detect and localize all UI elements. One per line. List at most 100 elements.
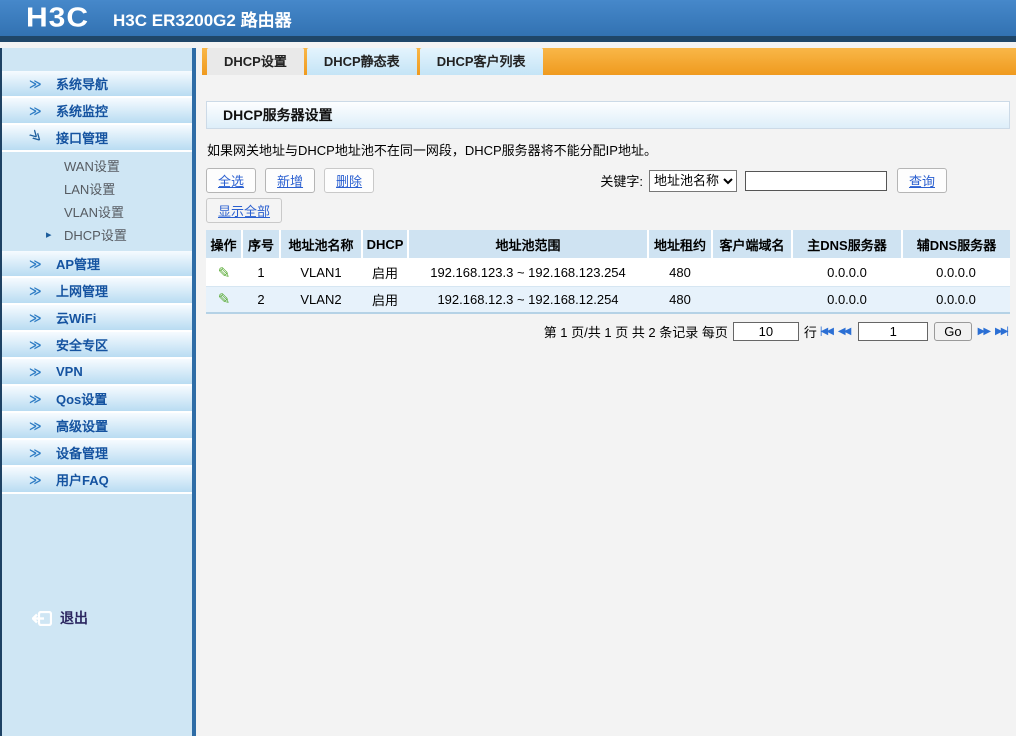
sidebar-item-用户FAQ[interactable]: ≫ 用户FAQ (2, 467, 192, 494)
sidebar-subitem-label: DHCP设置 (64, 228, 127, 243)
page-size-input[interactable] (732, 322, 799, 341)
arrow-right-icon: ▸ (46, 229, 52, 241)
sidebar-subitem-label: VLAN设置 (64, 205, 124, 220)
tab-DHCP客户列表[interactable]: DHCP客户列表 (419, 48, 543, 75)
sidebar-item-label: 云WiFi (56, 311, 97, 326)
goto-page-input[interactable] (858, 322, 929, 341)
sidebar-item-安全专区[interactable]: ≫ 安全专区 (2, 332, 192, 359)
column-header: 客户端域名 (711, 230, 792, 260)
column-header: 辅DNS服务器 (901, 230, 1010, 260)
double-chevron-icon: ≫ (29, 256, 42, 271)
keyword-label: 关键字: (600, 174, 643, 189)
double-chevron-icon: ≫ (29, 472, 42, 487)
main-content: DHCP设置 DHCP静态表 DHCP客户列表 DHCP服务器设置 如果网关地址与D… (202, 48, 1016, 736)
double-chevron-icon: ≫ (29, 418, 42, 433)
sidebar-subitem-VLAN设置[interactable]: VLAN设置 (2, 201, 192, 224)
toolbar: 全选 新增 删除 关键字: 地址池名称 查询 (206, 168, 1010, 193)
double-chevron-icon: ≫ (29, 337, 42, 352)
column-header: 主DNS服务器 (791, 230, 902, 260)
sidebar-item-高级设置[interactable]: ≫ 高级设置 (2, 413, 192, 440)
next-page-icon[interactable]: ▶▶ (978, 326, 991, 337)
table-cell: 480 (648, 259, 712, 287)
sidebar-subitem-LAN设置[interactable]: LAN设置 (2, 178, 192, 201)
table-cell: 1 (242, 259, 280, 287)
table-header-row: 操作 序号 地址池名称 DHCP 地址池范围 地址租约 客户端域名 主DNS服务器 辅DNS服务… (206, 230, 1010, 260)
table-row: ✎ 2 VLAN2 启用 192.168.12.3 ~ 192.168.12.254 48… (206, 286, 1010, 314)
tab-bar: DHCP设置 DHCP静态表 DHCP客户列表 (202, 48, 1016, 75)
sidebar-item-label: 接口管理 (56, 131, 109, 146)
sidebar-item-label: 高级设置 (56, 419, 109, 434)
sidebar-subitem-label: WAN设置 (64, 159, 120, 174)
double-chevron-icon: ≫ (29, 445, 42, 460)
double-chevron-icon: ≫ (29, 283, 42, 298)
logout-icon (32, 610, 52, 626)
table-cell: VLAN2 (280, 286, 362, 314)
table-cell: 2 (242, 286, 280, 314)
double-chevron-icon: ≫ (29, 76, 42, 91)
sidebar-item-设备管理[interactable]: ≫ 设备管理 (2, 440, 192, 467)
keyword-input[interactable] (744, 170, 887, 191)
delete-button[interactable]: 删除 (324, 168, 375, 193)
pagination: 第 1 页/共 1 页 共 2 条记录 每页 行 |◀◀ ◀◀ Go ▶▶ ▶▶… (202, 322, 1010, 341)
sidebar-item-label: 上网管理 (56, 284, 109, 299)
table-cell (712, 286, 792, 314)
table-cell: 192.168.12.3 ~ 192.168.12.254 (408, 286, 648, 314)
sidebar-subitem-WAN设置[interactable]: WAN设置 (2, 155, 192, 178)
sidebar-subitem-DHCP设置[interactable]: ▸ DHCP设置 (2, 224, 192, 247)
sidebar-item-接口管理[interactable]: ≫ 接口管理 (2, 125, 192, 152)
logout-button[interactable]: 退出 (32, 608, 88, 628)
query-button[interactable]: 查询 (896, 168, 947, 193)
column-header: 地址池范围 (407, 230, 648, 260)
show-all-button[interactable]: 显示全部 (206, 198, 283, 223)
sidebar-item-Qos设置[interactable]: ≫ Qos设置 (2, 386, 192, 413)
first-page-icon[interactable]: |◀◀ (820, 326, 834, 337)
sidebar-item-VPN[interactable]: ≫ VPN (2, 359, 192, 386)
table-cell: 启用 (362, 286, 408, 314)
keyword-field-select[interactable]: 地址池名称 (648, 169, 737, 192)
table-cell: 192.168.123.3 ~ 192.168.123.254 (408, 259, 648, 287)
pagination-summary: 第 1 页/共 1 页 共 2 条记录 每页 (543, 325, 728, 340)
sidebar: ≫ 系统导航 ≫ 系统监控 ≫ 接口管理 WAN设置 LAN设置 VLAN设置 ▸ DHCP设置 ≫ A… (0, 48, 196, 736)
sidebar-item-上网管理[interactable]: ≫ 上网管理 (2, 278, 192, 305)
sidebar-item-云WiFi[interactable]: ≫ 云WiFi (2, 305, 192, 332)
go-button[interactable]: Go (934, 322, 972, 341)
select-all-button[interactable]: 全选 (206, 168, 257, 193)
table-cell: VLAN1 (280, 259, 362, 287)
showall-row: 显示全部 (206, 198, 1010, 223)
table-row: ✎ 1 VLAN1 启用 192.168.123.3 ~ 192.168.123.254… (206, 259, 1010, 287)
table-cell: 480 (648, 286, 712, 314)
sidebar-item-label: Qos设置 (56, 392, 108, 407)
double-chevron-icon: ≫ (29, 310, 42, 325)
sidebar-subitem-label: LAN设置 (64, 182, 116, 197)
panel-title: DHCP服务器设置 (206, 101, 1010, 129)
table-cell: 0.0.0.0 (792, 286, 902, 314)
column-header: 地址租约 (647, 230, 712, 260)
edit-pencil-icon[interactable]: ✎ (206, 286, 242, 314)
add-button[interactable]: 新增 (265, 168, 316, 193)
column-header: 序号 (241, 230, 280, 260)
sidebar-item-AP管理[interactable]: ≫ AP管理 (2, 251, 192, 278)
sidebar-item-label: AP管理 (56, 257, 101, 272)
sidebar-nav: ≫ 系统导航 ≫ 系统监控 ≫ 接口管理 WAN设置 LAN设置 VLAN设置 ▸ DHCP设置 ≫ A… (2, 48, 192, 494)
table-cell: 0.0.0.0 (792, 259, 902, 287)
tab-DHCP静态表[interactable]: DHCP静态表 (306, 48, 417, 75)
double-chevron-icon: ≫ (29, 391, 42, 406)
last-page-icon[interactable]: ▶▶| (995, 326, 1009, 337)
sidebar-item-label: 用户FAQ (56, 473, 109, 488)
sidebar-item-label: 系统监控 (56, 104, 109, 119)
sidebar-item-label: 设备管理 (56, 446, 109, 461)
table-cell (712, 259, 792, 287)
page-title: H3C ER3200G2 路由器 (113, 10, 292, 30)
keyword-search-group: 关键字: 地址池名称 查询 (600, 168, 947, 193)
tab-DHCP设置[interactable]: DHCP设置 (207, 48, 304, 75)
column-header: 地址池名称 (279, 230, 362, 260)
sidebar-item-系统监控[interactable]: ≫ 系统监控 (2, 98, 192, 125)
double-chevron-icon: ≫ (29, 103, 42, 118)
table-body: ✎ 1 VLAN1 启用 192.168.123.3 ~ 192.168.123.254… (206, 259, 1010, 314)
table-cell: 启用 (362, 259, 408, 287)
prev-page-icon[interactable]: ◀◀ (838, 326, 851, 337)
logout-label: 退出 (60, 610, 88, 626)
table-cell: 0.0.0.0 (902, 259, 1010, 287)
sidebar-item-系统导航[interactable]: ≫ 系统导航 (2, 71, 192, 98)
edit-pencil-icon[interactable]: ✎ (206, 259, 242, 287)
